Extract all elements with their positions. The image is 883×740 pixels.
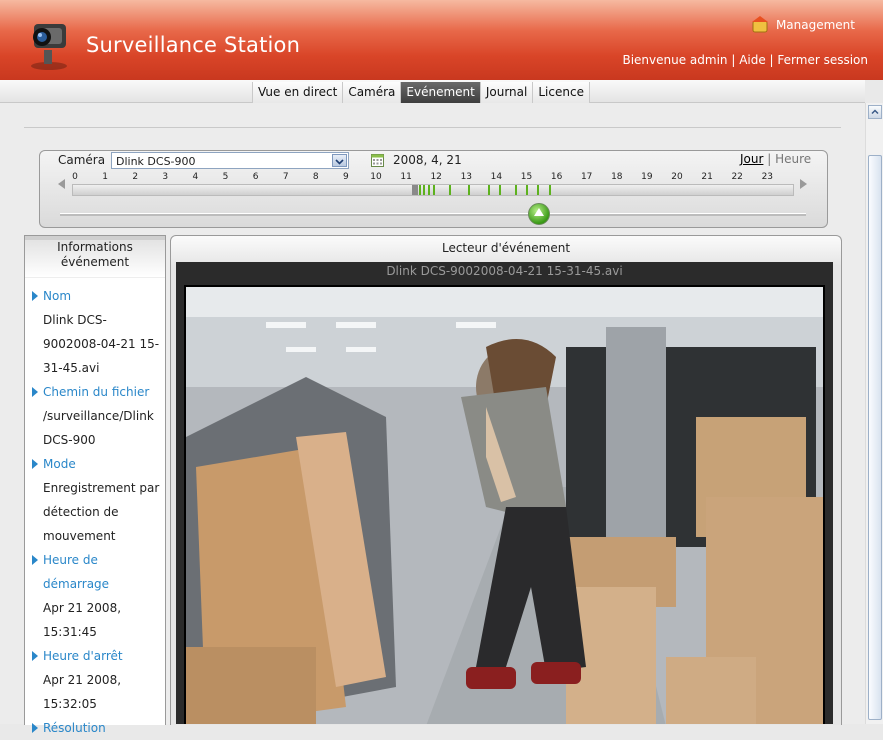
camera-logo-icon — [31, 24, 67, 70]
hour-tick: 17 — [580, 172, 593, 182]
video-frame-image — [186, 287, 823, 724]
up-arrow-icon — [534, 208, 544, 216]
hour-tick: 15 — [520, 172, 533, 182]
tab-event[interactable]: Evénement — [400, 82, 481, 103]
field-label[interactable]: Chemin du fichier — [25, 380, 165, 404]
field-value: Apr 21 2008, 15:31:45 — [43, 601, 122, 639]
management-label: Management — [775, 18, 855, 32]
hour-tick: 3 — [162, 172, 169, 182]
video-player[interactable] — [184, 285, 825, 724]
hour-tick: 8 — [312, 172, 319, 182]
divider — [24, 127, 841, 128]
event-marker[interactable] — [515, 185, 517, 195]
selected-date: 2008, 4, 21 — [393, 153, 462, 167]
field-label[interactable]: Heure d'arrêt — [25, 644, 165, 668]
event-marker[interactable] — [433, 185, 435, 195]
field-path: Chemin du fichier /surveillance/Dlink DC… — [25, 380, 165, 452]
vertical-scrollbar[interactable] — [865, 103, 883, 724]
help-link[interactable]: Aide — [739, 53, 766, 67]
hour-tick: 13 — [460, 172, 473, 182]
event-info-title: Informations événement — [25, 236, 165, 278]
main-tabs: Vue en direct Caméra Evénement Journal L… — [252, 82, 590, 103]
event-marker[interactable] — [412, 185, 418, 195]
hour-tick: 21 — [701, 172, 713, 182]
camera-label: Caméra — [58, 153, 106, 167]
event-marker[interactable] — [499, 185, 501, 195]
hour-tick: 7 — [282, 172, 289, 182]
welcome-text: Bienvenue admin — [622, 53, 728, 67]
view-day-link[interactable]: Jour — [740, 152, 763, 166]
hour-tick: 10 — [370, 172, 382, 182]
event-marker[interactable] — [537, 185, 539, 195]
scroll-thumb[interactable] — [868, 155, 882, 720]
field-label[interactable]: Nom — [25, 284, 165, 308]
tab-log[interactable]: Journal — [479, 82, 534, 103]
view-separator: | — [767, 152, 772, 166]
hour-tick: 23 — [761, 172, 774, 182]
hour-tick: 9 — [343, 172, 349, 182]
camera-select-value: Dlink DCS-900 — [116, 155, 196, 168]
app-header: Surveillance Station Management Bienvenu… — [0, 0, 883, 80]
field-resolution: Résolution — [25, 716, 165, 740]
calendar-icon[interactable] — [371, 153, 384, 167]
tab-camera[interactable]: Caméra — [342, 82, 402, 103]
hour-tick: 5 — [222, 172, 229, 182]
field-mode: Mode Enregistrement par détection de mou… — [25, 452, 165, 548]
field-value: Dlink DCS-9002008-04-21 15-31-45.avi — [43, 313, 160, 375]
hour-tick: 2 — [132, 172, 139, 182]
video-file-name: Dlink DCS-9002008-04-21 15-31-45.avi — [386, 264, 623, 278]
event-marker[interactable] — [449, 185, 451, 195]
hour-tick: 11 — [400, 172, 412, 182]
hour-tick: 18 — [611, 172, 623, 182]
tab-live-view[interactable]: Vue en direct — [252, 82, 344, 103]
hour-tick: 20 — [671, 172, 683, 182]
timeline-next-arrow-icon[interactable] — [800, 179, 807, 189]
event-marker[interactable] — [526, 185, 528, 195]
hour-tick: 1 — [102, 172, 108, 182]
field-label[interactable]: Heure de démarrage — [25, 548, 165, 596]
field-label[interactable]: Mode — [25, 452, 165, 476]
user-links: Bienvenue admin | Aide | Fermer session — [622, 53, 868, 67]
hour-tick: 4 — [192, 172, 199, 182]
field-label[interactable]: Résolution — [25, 716, 165, 740]
scroll-up-icon[interactable] — [868, 105, 882, 119]
field-value: Enregistrement par détection de mouvemen… — [43, 481, 160, 543]
slider-knob[interactable] — [528, 203, 550, 225]
management-link[interactable]: Management — [750, 16, 855, 34]
timeline-prev-arrow-icon[interactable] — [58, 179, 65, 189]
field-stop-time: Heure d'arrêt Apr 21 2008, 15:32:05 — [25, 644, 165, 716]
hour-tick: 14 — [490, 172, 503, 182]
event-info-panel: Informations événement Nom Dlink DCS-900… — [24, 235, 166, 735]
event-marker[interactable] — [428, 185, 430, 195]
field-name: Nom Dlink DCS-9002008-04-21 15-31-45.avi — [25, 284, 165, 380]
hour-tick: 6 — [252, 172, 259, 182]
event-marker[interactable] — [468, 185, 470, 195]
hour-tick: 19 — [641, 172, 653, 182]
hour-tick: 12 — [430, 172, 442, 182]
event-marker[interactable] — [488, 185, 490, 195]
event-player-title: Lecteur d'événement — [441, 241, 571, 255]
timeline-slider[interactable] — [60, 213, 806, 216]
logout-link[interactable]: Fermer session — [777, 53, 868, 67]
management-icon — [751, 16, 768, 33]
hour-tick: 22 — [731, 172, 743, 182]
app-title: Surveillance Station — [86, 33, 301, 57]
event-marker[interactable] — [549, 185, 551, 195]
view-mode-switch: Jour | Heure — [740, 152, 811, 166]
event-marker[interactable] — [423, 185, 425, 195]
hour-tick: 0 — [72, 172, 78, 182]
field-value: Apr 21 2008, 15:32:05 — [43, 673, 122, 711]
field-start-time: Heure de démarrage Apr 21 2008, 15:31:45 — [25, 548, 165, 644]
camera-select[interactable]: Dlink DCS-900 — [111, 152, 349, 169]
field-value: /surveillance/Dlink DCS-900 — [43, 409, 154, 447]
hour-tick: 16 — [550, 172, 563, 182]
view-hour-link[interactable]: Heure — [775, 152, 811, 166]
tab-license[interactable]: Licence — [532, 82, 590, 103]
event-marker[interactable] — [419, 185, 421, 195]
chevron-down-icon[interactable] — [332, 154, 347, 167]
event-info-fields: Nom Dlink DCS-9002008-04-21 15-31-45.avi… — [25, 284, 165, 740]
